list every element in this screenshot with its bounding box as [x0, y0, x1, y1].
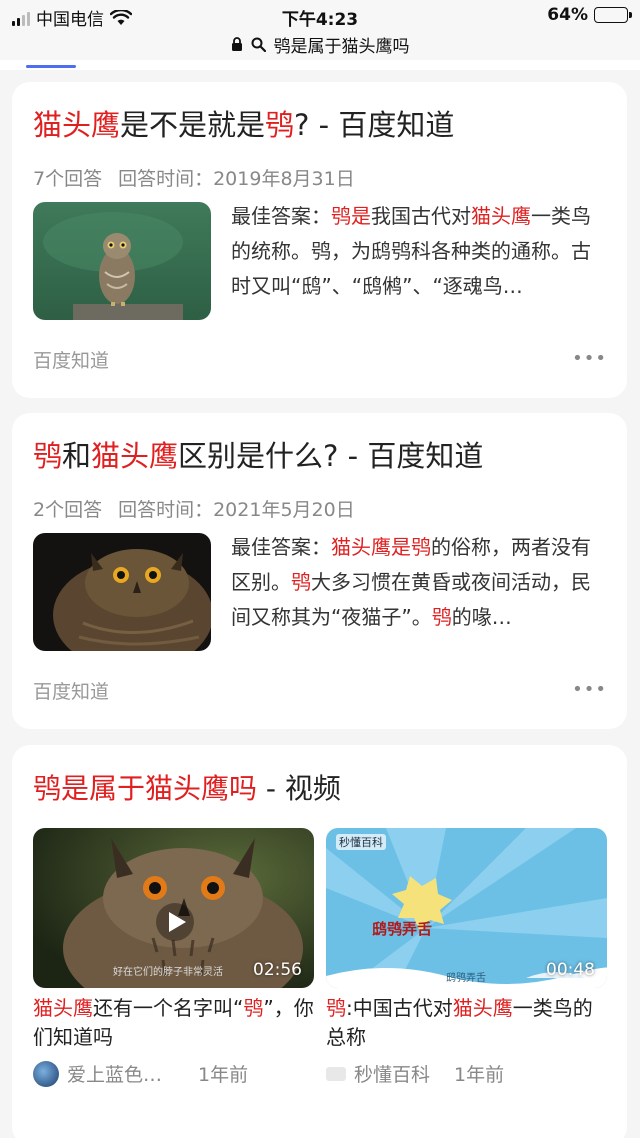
more-options-icon[interactable]: ••• [572, 679, 607, 700]
title-text: ? - 百度知道 [294, 108, 455, 142]
caption-keyword: 猫头鹰 [33, 996, 93, 1020]
battery-percent: 64% [547, 5, 588, 25]
video-section-card: 鸮是属于猫头鹰吗 - 视频 02:56 好在它们的脖子非常灵活 秒懂百科 鸱鸮弄… [12, 745, 627, 1138]
answer-text: 我国古代对 [371, 204, 471, 228]
tab-strip [0, 60, 640, 70]
status-bar: 中国电信 下午4:23 64% [0, 0, 640, 30]
more-options-icon[interactable]: ••• [572, 348, 607, 369]
video-author-row: 秒懂百科 1年前 [326, 1060, 504, 1087]
owl-face-image [33, 533, 211, 651]
video-author-row: 爱上蓝色… 1年前 [33, 1060, 248, 1087]
answer-text: 的喙… [451, 605, 512, 629]
caption-text: :中国古代对 [346, 996, 453, 1020]
author-name[interactable]: 秒懂百科 [354, 1060, 430, 1087]
video-duration: 00:48 [546, 960, 595, 980]
video-bottom-text: 鸱鸮弄舌 [446, 973, 486, 984]
title-keyword: 猫头鹰 [33, 108, 121, 142]
search-icon [251, 37, 266, 52]
title-text: - 视频 [257, 772, 341, 805]
result-title[interactable]: 鸮和猫头鹰区别是什么? - 百度知道 [33, 433, 483, 475]
answer-label: 最佳答案： [231, 535, 331, 559]
caption-text: 还有一个名字叫“ [93, 996, 244, 1020]
video-subtitle: 好在它们的脖子非常灵活 [113, 967, 223, 978]
video-center-text: 鸱鸮弄舌 [372, 920, 433, 938]
video-caption[interactable]: 鸮:中国古代对猫头鹰一类鸟的总称 [326, 994, 607, 1052]
result-source: 百度知道 [33, 681, 110, 703]
answer-count: 7个回答 [33, 168, 103, 190]
video-thumbnail[interactable]: 02:56 好在它们的脖子非常灵活 [33, 828, 314, 988]
active-tab-indicator [26, 65, 76, 68]
title-keyword: 猫头鹰 [91, 439, 179, 473]
owl-photo-image [33, 202, 211, 320]
battery-icon [594, 7, 632, 23]
result-thumbnail[interactable] [33, 533, 211, 651]
title-text: 和 [62, 439, 92, 473]
result-thumbnail[interactable] [33, 202, 211, 320]
result-card[interactable]: 猫头鹰是不是就是鸮? - 百度知道 7个回答 回答时间：2019年8月31日 最佳… [12, 82, 627, 398]
video-caption[interactable]: 猫头鹰还有一个名字叫“鸮”，你们知道吗 [33, 994, 314, 1052]
avatar[interactable] [33, 1060, 59, 1087]
post-age: 1年前 [454, 1064, 505, 1086]
result-meta: 2个回答 回答时间：2021年5月20日 [33, 495, 355, 522]
answer-count: 2个回答 [33, 499, 103, 521]
video-section-title[interactable]: 鸮是属于猫头鹰吗 - 视频 [33, 767, 341, 807]
url-bar[interactable]: 鸮是属于猫头鹰吗 [0, 30, 640, 60]
result-title[interactable]: 猫头鹰是不是就是鸮? - 百度知道 [33, 102, 454, 144]
caption-keyword: 鸮 [243, 996, 264, 1020]
answer-keyword: 鸮 [431, 605, 452, 629]
lock-icon [231, 37, 242, 51]
result-meta: 7个回答 回答时间：2019年8月31日 [33, 164, 355, 191]
result-source: 百度知道 [33, 350, 110, 372]
answer-keyword: 鸮 [291, 570, 311, 594]
answer-label: 最佳答案： [231, 204, 331, 228]
title-keyword: 鸮 [265, 108, 295, 142]
url-title: 鸮是属于猫头鹰吗 [273, 37, 410, 57]
video-badge: 秒懂百科 [336, 834, 386, 850]
title-text: 是不是就是 [120, 108, 266, 142]
answer-keyword: 猫头鹰 [471, 204, 531, 228]
answer-time: 回答时间：2021年5月20日 [118, 499, 355, 521]
caption-keyword: 猫头鹰 [452, 996, 513, 1020]
title-keyword: 鸮是属于猫头鹰吗 [33, 772, 258, 805]
title-keyword: 鸮 [33, 439, 63, 473]
answer-keyword: 鸮是 [331, 204, 371, 228]
answer-keyword: 猫头鹰是鸮 [331, 535, 431, 559]
result-card[interactable]: 鸮和猫头鹰区别是什么? - 百度知道 2个回答 回答时间：2021年5月20日 最… [12, 413, 627, 729]
status-time: 下午4:23 [281, 10, 359, 30]
answer-time: 回答时间：2019年8月31日 [118, 168, 355, 190]
status-right: 64% [547, 5, 632, 25]
answer-snippet: 最佳答案：鸮是我国古代对猫头鹰一类鸟的统称。鸮，为鸱鸮科各种类的通称。古时又叫“… [231, 199, 606, 304]
video-thumbnail[interactable]: 秒懂百科 鸱鸮弄舌 鸱鸮弄舌 00:48 [326, 828, 607, 988]
post-age: 1年前 [198, 1064, 249, 1086]
answer-snippet: 最佳答案：猫头鹰是鸮的俗称，两者没有区别。鸮大多习惯在黄昏或夜间活动，民间又称其… [231, 530, 606, 635]
caption-keyword: 鸮 [326, 996, 346, 1020]
title-text: 区别是什么? - 百度知道 [178, 439, 484, 473]
author-name[interactable]: 爱上蓝色… [67, 1060, 162, 1087]
video-duration: 02:56 [253, 960, 302, 980]
avatar[interactable] [326, 1066, 346, 1081]
